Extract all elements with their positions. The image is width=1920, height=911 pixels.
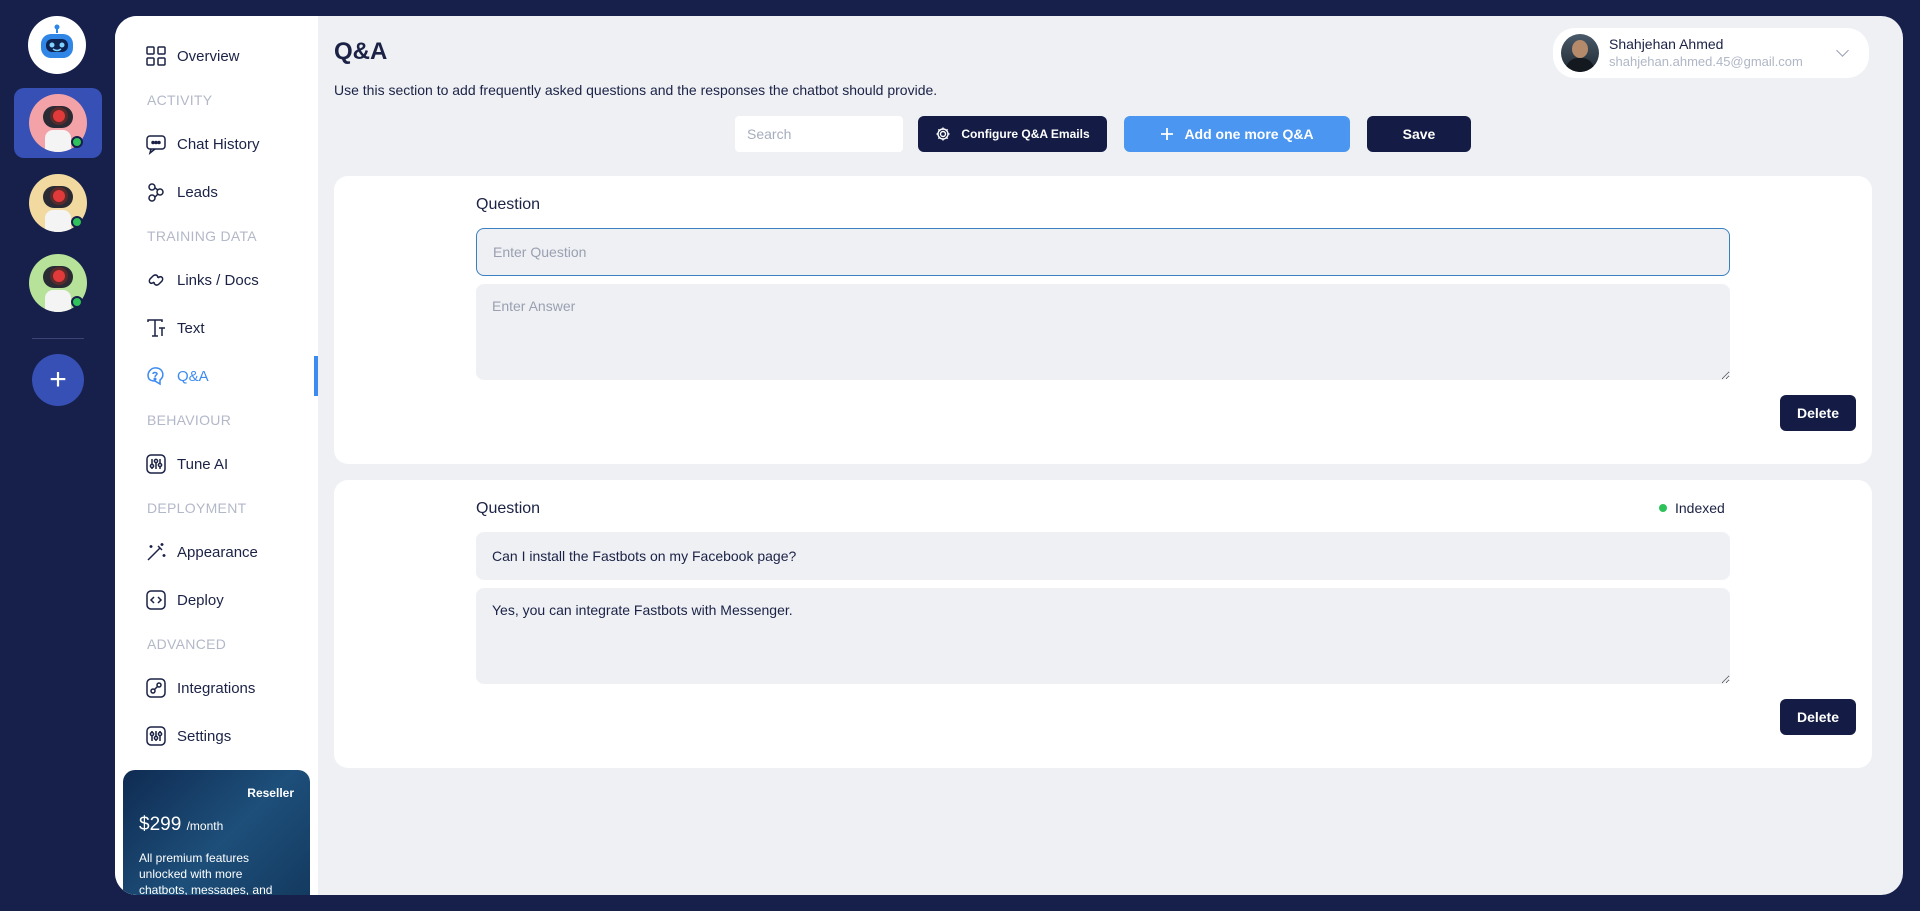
sidebar-item-label: Text — [177, 319, 205, 337]
configure-qa-emails-button[interactable]: Configure Q&A Emails — [918, 116, 1107, 152]
sidebar-item-label: Q&A — [177, 367, 209, 385]
question-input[interactable] — [476, 228, 1730, 276]
bot-tile-1[interactable] — [14, 88, 102, 158]
bot-tile-3[interactable] — [14, 248, 102, 318]
promo-tier: Reseller — [247, 786, 294, 800]
chevron-down-icon — [1836, 44, 1849, 57]
app-logo[interactable] — [28, 16, 86, 74]
question-label: Question — [476, 196, 541, 213]
sidebar-item-chat-history[interactable]: Chat History — [145, 131, 260, 157]
sidebar-item-appearance[interactable]: Appearance — [145, 539, 258, 565]
section-deployment: DEPLOYMENT — [147, 500, 247, 516]
link-icon — [145, 269, 167, 291]
tune-icon — [145, 453, 167, 475]
content-area: Q&A Use this section to add frequently a… — [318, 16, 1903, 895]
question-label: Question — [476, 500, 541, 517]
sidebar-item-label: Tune AI — [177, 455, 229, 473]
sidebar-item-label: Settings — [177, 727, 232, 745]
sidebar-item-text[interactable]: Text — [145, 315, 205, 341]
status-dot — [1659, 504, 1667, 512]
section-training-data: TRAINING DATA — [147, 228, 257, 244]
grid-icon — [145, 45, 167, 67]
online-status-dot — [71, 296, 83, 308]
sidebar-item-settings[interactable]: Settings — [145, 723, 231, 749]
sidebar-item-label: Chat History — [177, 135, 260, 153]
plus-icon — [1161, 128, 1174, 140]
search-input[interactable] — [735, 116, 903, 152]
page-description: Use this section to add frequently asked… — [334, 82, 938, 98]
qa-card: Question Indexed Yes, you can integrate … — [334, 480, 1872, 768]
answer-input[interactable]: Yes, you can integrate Fastbots with Mes… — [476, 588, 1730, 684]
user-name: Shahjehan Ahmed — [1609, 36, 1724, 52]
add-qa-button[interactable]: Add one more Q&A — [1124, 116, 1350, 152]
sidebar-item-tune-ai[interactable]: Tune AI — [145, 451, 228, 477]
page-title: Q&A — [334, 38, 388, 65]
avatar — [1561, 34, 1599, 72]
sidebar-item-label: Integrations — [177, 679, 256, 697]
rail-divider — [32, 338, 84, 339]
chat-history-icon — [145, 133, 167, 155]
settings-icon — [145, 725, 167, 747]
wand-icon — [145, 541, 167, 563]
bot-rail: + — [0, 0, 115, 911]
sidebar-item-label: Deploy — [177, 591, 224, 609]
section-advanced: ADVANCED — [147, 636, 227, 652]
online-status-dot — [71, 136, 83, 148]
sidebar-item-leads[interactable]: Leads — [145, 179, 218, 205]
bot-tile-2[interactable] — [14, 168, 102, 238]
section-activity: ACTIVITY — [147, 92, 213, 108]
text-icon — [145, 317, 167, 339]
robot-logo-icon — [41, 24, 73, 58]
reseller-promo-card[interactable]: Reseller $299 /month All premium feature… — [123, 770, 310, 895]
status-badge: Indexed — [1659, 500, 1725, 516]
answer-input[interactable] — [476, 284, 1730, 380]
section-behaviour: BEHAVIOUR — [147, 412, 232, 428]
main-panel: Overview ACTIVITY Chat History Leads TRA… — [115, 16, 1903, 895]
question-input[interactable] — [476, 532, 1730, 580]
gear-icon — [936, 127, 950, 141]
save-button[interactable]: Save — [1367, 116, 1471, 152]
qa-card: Question Delete — [334, 176, 1872, 464]
sidebar-item-label: Leads — [177, 183, 218, 201]
sidebar-item-label: Links / Docs — [177, 271, 259, 289]
sidebar-item-deploy[interactable]: Deploy — [145, 587, 224, 613]
delete-button[interactable]: Delete — [1780, 395, 1856, 431]
promo-price: $299 /month — [139, 814, 224, 835]
leads-icon — [145, 181, 167, 203]
sidebar-item-label: Appearance — [177, 543, 258, 561]
qa-icon — [145, 365, 167, 387]
sidebar-item-qa[interactable]: Q&A — [145, 363, 209, 389]
sidebar-item-overview[interactable]: Overview — [145, 43, 240, 69]
sidebar-item-links-docs[interactable]: Links / Docs — [145, 267, 259, 293]
promo-description: All premium features unlocked with more … — [139, 851, 273, 895]
sidebar-item-label: Overview — [177, 47, 240, 65]
add-bot-button[interactable]: + — [32, 354, 84, 406]
user-menu[interactable]: Shahjehan Ahmed shahjehan.ahmed.45@gmail… — [1553, 28, 1869, 78]
integrations-icon — [145, 677, 167, 699]
plus-icon: + — [49, 363, 67, 396]
code-icon — [145, 589, 167, 611]
online-status-dot — [71, 216, 83, 228]
promo-period: /month — [186, 819, 224, 833]
delete-button[interactable]: Delete — [1780, 699, 1856, 735]
sidebar-item-integrations[interactable]: Integrations — [145, 675, 255, 701]
user-email: shahjehan.ahmed.45@gmail.com — [1609, 54, 1803, 69]
sidebar: Overview ACTIVITY Chat History Leads TRA… — [115, 16, 318, 895]
